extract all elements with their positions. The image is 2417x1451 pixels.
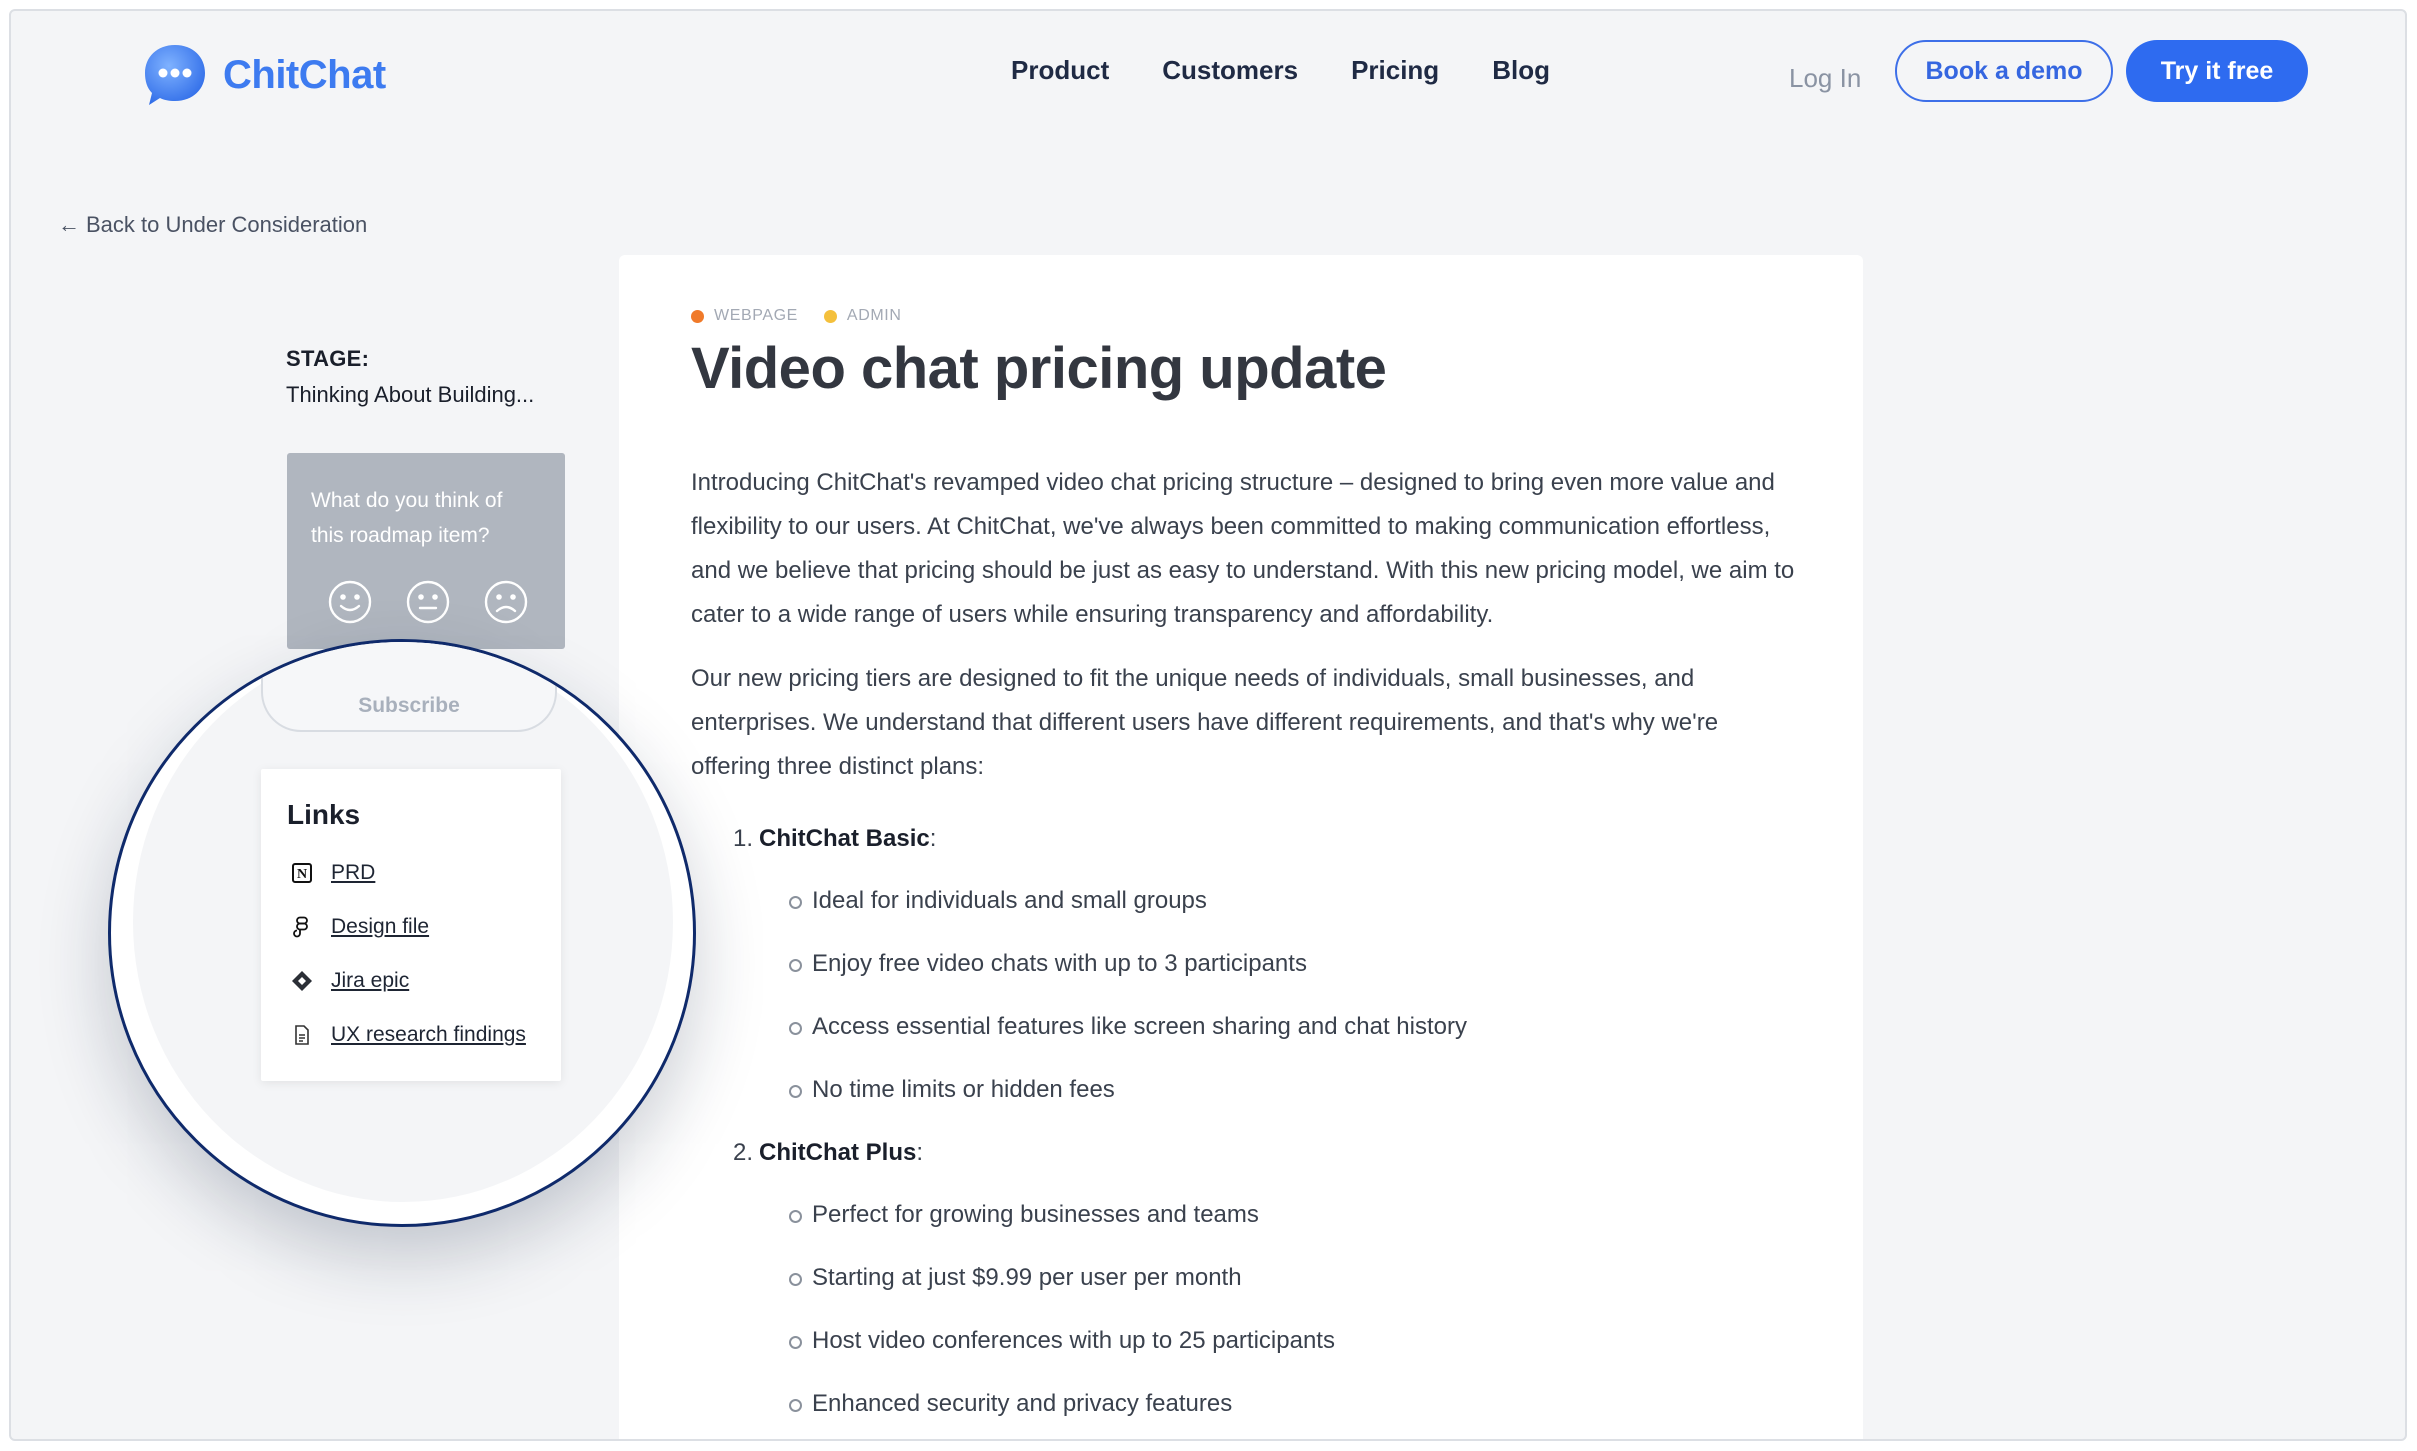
plan-number: 2. xyxy=(733,1139,754,1166)
plan-heading: 1. ChitChat Basic: xyxy=(733,825,937,852)
happy-face-icon[interactable] xyxy=(327,579,373,625)
feedback-question: What do you think of this roadmap item? xyxy=(311,489,503,547)
link-design-file[interactable]: Design file xyxy=(291,915,429,939)
neutral-face-icon[interactable] xyxy=(405,579,451,625)
chitchat-logo[interactable]: ChitChat xyxy=(141,37,386,113)
feedback-options xyxy=(327,579,529,625)
tag-admin: ADMIN xyxy=(823,307,902,325)
nav-pricing[interactable]: Pricing xyxy=(1351,55,1439,86)
jira-icon xyxy=(291,970,313,992)
link-jira-epic[interactable]: Jira epic xyxy=(291,969,409,993)
sad-face-icon[interactable] xyxy=(483,579,529,625)
tag-list: WEBPAGE ADMIN xyxy=(691,307,901,325)
arrow-left-icon: ← xyxy=(58,212,80,237)
link-label[interactable]: PRD xyxy=(331,861,375,885)
list-item: Access essential features like screen sh… xyxy=(789,1005,1801,1049)
list-item: Perfect for growing businesses and teams xyxy=(789,1193,1801,1237)
nav-customers[interactable]: Customers xyxy=(1162,55,1298,86)
paragraph: Introducing ChitChat's revamped video ch… xyxy=(691,469,1795,628)
article-title: Video chat pricing update xyxy=(691,336,1387,401)
nav-product[interactable]: Product xyxy=(1011,55,1109,86)
link-prd[interactable]: N PRD xyxy=(291,861,375,885)
magnifier-callout: Subscribe Links N PRD Design file Jira e… xyxy=(108,639,696,1227)
try-free-button[interactable]: Try it free xyxy=(2126,40,2308,102)
login-link[interactable]: Log In xyxy=(1789,63,1861,94)
list-item: Enjoy free video chats with up to 3 part… xyxy=(789,942,1801,986)
book-demo-button[interactable]: Book a demo xyxy=(1895,40,2113,102)
tag-dot-icon xyxy=(691,309,704,323)
document-icon xyxy=(291,1024,313,1046)
link-label[interactable]: UX research findings xyxy=(331,1023,526,1047)
link-label[interactable]: Design file xyxy=(331,915,429,939)
tag-label: WEBPAGE xyxy=(714,307,798,324)
brand-name: ChitChat xyxy=(223,52,386,97)
tag-label: ADMIN xyxy=(846,307,902,324)
plan-feature-list: Ideal for individuals and small groups E… xyxy=(691,879,1801,1112)
figma-icon xyxy=(291,916,313,938)
links-panel: Links N PRD Design file Jira epic UX res… xyxy=(261,769,561,1081)
main-nav: Product Customers Pricing Blog xyxy=(1011,55,1550,86)
paragraph: Our new pricing tiers are designed to fi… xyxy=(691,665,1719,780)
magnifier-content: Subscribe Links N PRD Design file Jira e… xyxy=(111,642,693,1224)
list-item: Ideal for individuals and small groups xyxy=(789,879,1801,923)
plan-number: 1. xyxy=(733,825,754,852)
plan-name: ChitChat Basic xyxy=(759,825,930,852)
links-title: Links xyxy=(287,799,361,830)
article-card: WEBPAGE ADMIN Video chat pricing update … xyxy=(619,255,1863,1439)
plan-name: ChitChat Plus xyxy=(759,1139,917,1166)
notion-icon: N xyxy=(291,862,313,884)
tag-dot-icon xyxy=(823,309,837,323)
tag-webpage: WEBPAGE xyxy=(691,307,798,325)
article-body: Introducing ChitChat's revamped video ch… xyxy=(691,461,1801,1439)
back-link[interactable]: ← Back to Under Consideration xyxy=(58,212,367,238)
chat-bubble-logo-icon xyxy=(141,41,209,109)
link-ux-research[interactable]: UX research findings xyxy=(291,1023,526,1047)
plan-feature-list: Perfect for growing businesses and teams… xyxy=(691,1193,1801,1426)
list-item: Enhanced security and privacy features xyxy=(789,1382,1801,1426)
link-label[interactable]: Jira epic xyxy=(331,969,409,993)
stage-value: Thinking About Building... xyxy=(286,382,535,407)
nav-blog[interactable]: Blog xyxy=(1492,55,1550,86)
plan-heading: 2. ChitChat Plus: xyxy=(733,1139,924,1166)
back-link-label: Back to Under Consideration xyxy=(86,212,368,237)
browser-frame: ChitChat Product Customers Pricing Blog … xyxy=(9,9,2407,1441)
feedback-panel: What do you think of this roadmap item? xyxy=(287,453,565,649)
stage-label: STAGE: xyxy=(286,346,370,371)
list-item: Host video conferences with up to 25 par… xyxy=(789,1319,1801,1363)
list-item: No time limits or hidden fees xyxy=(789,1068,1801,1112)
subscribe-button[interactable]: Subscribe xyxy=(261,642,557,732)
list-item: Starting at just $9.99 per user per mont… xyxy=(789,1256,1801,1300)
svg-text:N: N xyxy=(297,867,307,882)
